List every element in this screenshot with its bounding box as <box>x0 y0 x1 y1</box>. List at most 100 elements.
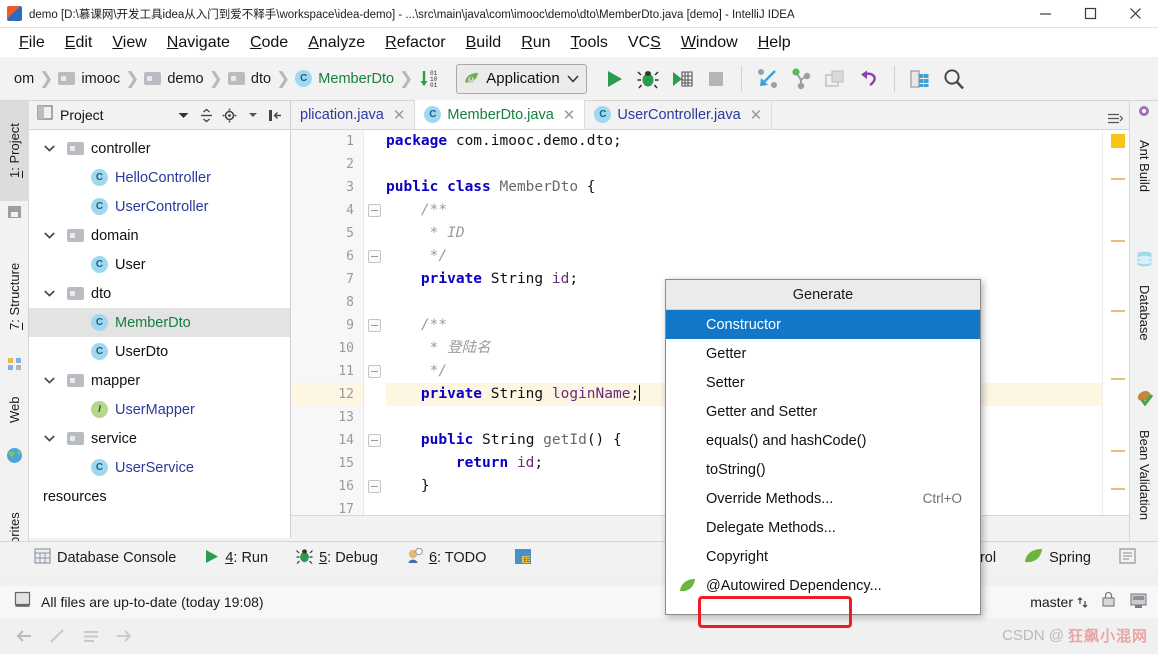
compare-with-icon[interactable]: 01 10 01 <box>416 62 446 96</box>
close-icon[interactable]: ✕ <box>750 106 763 124</box>
menu-analyze[interactable]: Analyze <box>298 28 375 57</box>
menu-item-getter-and-setter[interactable]: Getter and Setter <box>666 397 980 426</box>
debug-button[interactable] <box>631 62 665 96</box>
collapse-all-icon[interactable] <box>196 105 217 126</box>
menu-tools[interactable]: Tools <box>561 28 618 57</box>
marker-stripe[interactable] <box>1111 450 1125 452</box>
sidebar-item-web[interactable]: Web <box>0 379 29 441</box>
menu-item-delegate-methods[interactable]: Delegate Methods... <box>666 513 980 542</box>
fold-marker[interactable] <box>368 365 381 378</box>
tree-item-domain[interactable]: domain <box>29 221 290 250</box>
editor-marker-bar[interactable] <box>1102 130 1129 515</box>
tree-item-memberdto[interactable]: C MemberDto <box>29 308 290 337</box>
marker-stripe[interactable] <box>1111 488 1125 490</box>
menu-run[interactable]: Run <box>511 28 560 57</box>
chevron-down-icon[interactable] <box>41 377 57 384</box>
search-everywhere-icon[interactable] <box>937 62 971 96</box>
tool-button-debug[interactable]: 5: Debug <box>282 542 392 575</box>
undo-icon[interactable] <box>852 62 886 96</box>
marker-stripe[interactable] <box>1111 310 1125 312</box>
breadcrumb-dto[interactable]: dto <box>226 57 273 101</box>
menu-item-equals-and-hashcode[interactable]: equals() and hashCode() <box>666 426 980 455</box>
minimize-button[interactable] <box>1023 0 1068 28</box>
menu-item-autowired-dependency[interactable]: @Autowired Dependency... <box>666 571 980 600</box>
fold-marker[interactable] <box>368 319 381 332</box>
jump-to-source-icon[interactable] <box>750 62 784 96</box>
breadcrumb-memberdto[interactable]: C MemberDto <box>293 57 396 101</box>
tab-memberdto-java[interactable]: C MemberDto.java ✕ <box>415 100 586 129</box>
menu-file[interactable]: File <box>9 28 55 57</box>
tool-button-run[interactable]: 4: Run <box>190 542 282 575</box>
tree-item-resources[interactable]: resources <box>29 482 290 511</box>
gear-icon[interactable] <box>219 105 240 126</box>
tool-button-spring[interactable]: Spring <box>1010 542 1105 575</box>
sidebar-item-project[interactable]: 1: Project <box>0 101 29 201</box>
code-folding-column[interactable] <box>364 130 386 515</box>
vcs-update-icon[interactable] <box>784 62 818 96</box>
tool-button-todo[interactable]: 6: TODO <box>392 542 501 575</box>
database-icon[interactable] <box>903 62 937 96</box>
back-arrow-icon[interactable] <box>14 627 32 645</box>
list-icon[interactable] <box>82 627 100 645</box>
close-button[interactable] <box>1113 0 1158 28</box>
menu-navigate[interactable]: Navigate <box>157 28 240 57</box>
marker-stripe[interactable] <box>1111 178 1125 180</box>
breadcrumb-om[interactable]: om <box>6 57 36 101</box>
menu-item-constructor[interactable]: Constructor <box>666 310 980 339</box>
chevron-down-icon[interactable] <box>41 145 57 152</box>
menu-item-copyright[interactable]: Copyright <box>666 542 980 571</box>
sidebar-item-structure[interactable]: 7: Structure <box>0 241 29 351</box>
chevron-down-icon[interactable] <box>41 290 57 297</box>
stop-button[interactable] <box>699 62 733 96</box>
gear-icon[interactable] <box>1129 591 1148 614</box>
tool-button-database-console[interactable]: Database Console <box>20 542 190 575</box>
menu-view[interactable]: View <box>102 28 156 57</box>
tree-item-mapper[interactable]: mapper <box>29 366 290 395</box>
run-button[interactable] <box>597 62 631 96</box>
maximize-button[interactable] <box>1068 0 1113 28</box>
inspection-status-icon[interactable] <box>1111 134 1125 148</box>
menu-item-getter[interactable]: Getter <box>666 339 980 368</box>
tab-list-icon[interactable] <box>1108 111 1124 129</box>
sidebar-item-database[interactable]: Database <box>1130 271 1158 355</box>
menu-item-setter[interactable]: Setter <box>666 368 980 397</box>
chevron-down-icon[interactable] <box>41 435 57 442</box>
vcs-commit-icon[interactable] <box>818 62 852 96</box>
marker-stripe[interactable] <box>1111 240 1125 242</box>
menu-edit[interactable]: Edit <box>55 28 103 57</box>
tree-item-usercontroller[interactable]: C UserController <box>29 192 290 221</box>
tool-button-event-log[interactable] <box>1105 542 1150 575</box>
close-icon[interactable]: ✕ <box>563 106 576 124</box>
tree-item-userservice[interactable]: C UserService <box>29 453 290 482</box>
fold-marker[interactable] <box>368 480 381 493</box>
tree-item-user[interactable]: C User <box>29 250 290 279</box>
fold-marker[interactable] <box>368 434 381 447</box>
sidebar-item-ant-build[interactable]: Ant Build <box>1130 123 1158 209</box>
chevron-down-icon[interactable] <box>173 105 194 126</box>
tree-item-usermapper[interactable]: I UserMapper <box>29 395 290 424</box>
hide-panel-icon[interactable] <box>265 105 286 126</box>
menu-refactor[interactable]: Refactor <box>375 28 455 57</box>
fold-marker[interactable] <box>368 250 381 263</box>
menu-code[interactable]: Code <box>240 28 298 57</box>
marker-stripe[interactable] <box>1111 378 1125 380</box>
sidebar-item-bean-validation[interactable]: Bean Validation <box>1130 409 1158 541</box>
menu-window[interactable]: Window <box>671 28 748 57</box>
tab-application-java[interactable]: plication.java ✕ <box>291 100 416 129</box>
tree-item-service[interactable]: service <box>29 424 290 453</box>
vcs-branch-widget[interactable]: master <box>1030 594 1088 610</box>
tree-item-controller[interactable]: controller <box>29 134 290 163</box>
edit-pencil-icon[interactable] <box>48 627 66 645</box>
tree-item-dto[interactable]: dto <box>29 279 290 308</box>
tree-item-userdto[interactable]: C UserDto <box>29 337 290 366</box>
tree-item-hellocontroller[interactable]: C HelloController <box>29 163 290 192</box>
tab-usercontroller-java[interactable]: C UserController.java ✕ <box>585 100 773 129</box>
close-icon[interactable]: ✕ <box>393 106 406 124</box>
run-coverage-button[interactable] <box>665 62 699 96</box>
menu-item-override-methods[interactable]: Override Methods... Ctrl+O <box>666 484 980 513</box>
menu-help[interactable]: Help <box>748 28 801 57</box>
breadcrumb-demo[interactable]: demo <box>142 57 205 101</box>
lock-icon[interactable] <box>1100 591 1117 613</box>
menu-vcs[interactable]: VCS <box>618 28 671 57</box>
forward-arrow-icon[interactable] <box>116 627 134 645</box>
